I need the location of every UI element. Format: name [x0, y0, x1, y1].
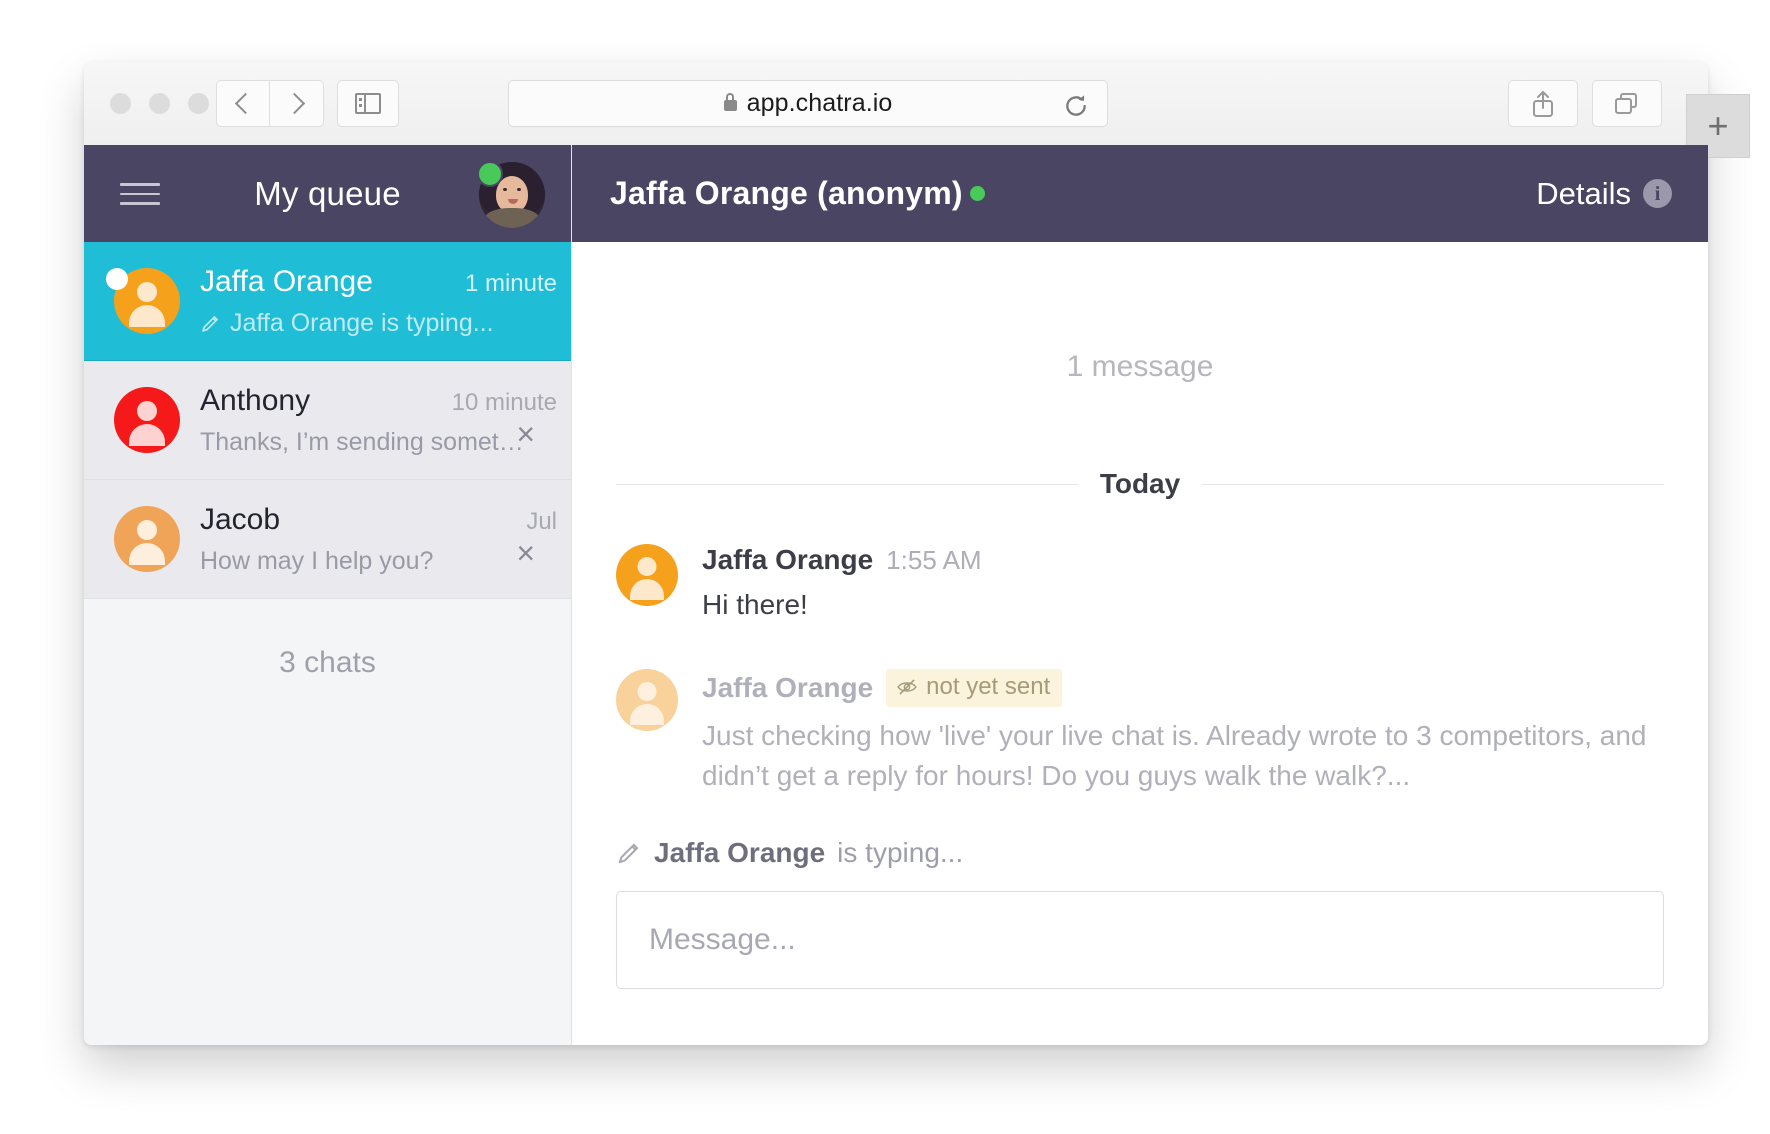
- conversation-header: Jaffa Orange (anonym) Details i: [572, 145, 1708, 242]
- message-composer[interactable]: [616, 891, 1664, 989]
- window-controls: [110, 93, 209, 114]
- address-bar[interactable]: app.chatra.io: [508, 80, 1108, 127]
- typing-suffix: is typing...: [837, 837, 963, 869]
- close-chat-button[interactable]: ×: [516, 537, 535, 569]
- browser-window: app.chatra.io +: [84, 62, 1708, 1045]
- queue-header: My queue: [84, 145, 571, 242]
- chat-list: Jaffa Orange 1 minute Jaffa Orange is ty…: [84, 242, 571, 599]
- chat-item-preview: Thanks, I’m sending somet…: [200, 428, 524, 457]
- chat-list-item-jacob[interactable]: Jacob Jul How may I help you? ×: [84, 480, 571, 599]
- share-button[interactable]: [1508, 80, 1578, 127]
- visitor-online-status-dot: [970, 186, 985, 201]
- sidebar-toggle-icon: [355, 93, 381, 114]
- chat-list-item-anthony[interactable]: Anthony 10 minute Thanks, I’m sending so…: [84, 361, 571, 480]
- message-author: Jaffa Orange: [702, 672, 873, 704]
- chatra-app: My queue: [84, 145, 1708, 1045]
- divider-line-right: [1202, 484, 1664, 485]
- chat-item-preview-row: How may I help you?: [200, 547, 557, 576]
- chat-item-time: Jul: [526, 508, 557, 536]
- avatar: [616, 669, 678, 731]
- message-body: Jaffa Orange 1:55 AM Hi there!: [702, 544, 1664, 625]
- message-header: Jaffa Orange 1:55 AM: [702, 544, 1664, 576]
- details-button[interactable]: Details i: [1536, 176, 1672, 212]
- not-yet-sent-badge: not yet sent: [886, 669, 1062, 707]
- close-window-button[interactable]: [110, 93, 131, 114]
- day-divider: Today: [616, 468, 1664, 500]
- composer-bottom-spacer: [616, 989, 1664, 1045]
- chat-item-time: 10 minute: [452, 389, 557, 417]
- chat-item-name: Anthony: [200, 384, 310, 418]
- queue-sidebar: My queue: [84, 145, 572, 1045]
- address-bar-content: app.chatra.io: [724, 89, 893, 118]
- message-text: Hi there!: [702, 585, 1664, 625]
- message-text: Just checking how 'live' your live chat …: [702, 716, 1664, 796]
- message-header: Jaffa Orange not yet sent: [702, 669, 1664, 707]
- message-author: Jaffa Orange: [702, 544, 873, 576]
- chat-item-text: Jaffa Orange 1 minute Jaffa Orange is ty…: [200, 265, 571, 338]
- chat-item-time: 1 minute: [465, 270, 557, 298]
- chat-item-name: Jacob: [200, 503, 280, 537]
- unread-indicator-dot: [106, 268, 128, 290]
- day-divider-label: Today: [1100, 468, 1180, 500]
- forward-button[interactable]: [270, 80, 324, 127]
- chevron-right-icon: [284, 93, 305, 114]
- back-button[interactable]: [216, 80, 270, 127]
- message-area: 1 message Today Jaffa Orange 1: [572, 242, 1708, 1045]
- message-input[interactable]: [647, 922, 1633, 958]
- reload-icon[interactable]: [1063, 93, 1089, 119]
- chat-item-preview-row: Jaffa Orange is typing...: [200, 309, 557, 338]
- browser-toolbar: app.chatra.io +: [84, 62, 1708, 146]
- agent-avatar[interactable]: [479, 162, 545, 228]
- sidebar-toggle-button[interactable]: [337, 80, 399, 127]
- agent-online-status-dot: [477, 161, 503, 187]
- conversation-panel: Jaffa Orange (anonym) Details i 1 messag…: [572, 145, 1708, 1045]
- chat-item-preview-row: Thanks, I’m sending somet…: [200, 428, 557, 457]
- typing-author: Jaffa Orange: [654, 837, 825, 869]
- divider-line-left: [616, 484, 1078, 485]
- chat-count-label: 3 chats: [84, 599, 571, 1045]
- message-pending: Jaffa Orange not yet sent Just checkin: [616, 669, 1664, 796]
- chevron-left-icon: [234, 93, 255, 114]
- chat-item-preview: How may I help you?: [200, 547, 433, 576]
- chat-item-preview: Jaffa Orange is typing...: [230, 309, 494, 338]
- chat-list-item-jaffa-orange[interactable]: Jaffa Orange 1 minute Jaffa Orange is ty…: [84, 242, 571, 361]
- maximize-window-button[interactable]: [188, 93, 209, 114]
- info-icon: i: [1643, 179, 1672, 208]
- share-icon: [1530, 89, 1556, 119]
- avatar: [114, 387, 180, 453]
- hamburger-menu-icon[interactable]: [120, 183, 160, 205]
- chat-item-name: Jaffa Orange: [200, 265, 373, 299]
- pencil-icon: [616, 840, 642, 866]
- message-time: 1:55 AM: [886, 545, 981, 576]
- show-tabs-icon: [1613, 91, 1641, 117]
- url-text: app.chatra.io: [747, 89, 893, 118]
- message-count-label: 1 message: [616, 350, 1664, 384]
- minimize-window-button[interactable]: [149, 93, 170, 114]
- toolbar-right-buttons: [1508, 80, 1662, 127]
- conversation-title: Jaffa Orange (anonym): [610, 175, 963, 212]
- message-body: Jaffa Orange not yet sent Just checkin: [702, 669, 1664, 796]
- typing-indicator: Jaffa Orange is typing...: [616, 837, 1664, 869]
- details-label: Details: [1536, 176, 1631, 212]
- avatar: [616, 544, 678, 606]
- close-chat-button[interactable]: ×: [516, 418, 535, 450]
- navigation-buttons: [216, 80, 324, 127]
- conversation-title-wrap: Jaffa Orange (anonym): [610, 175, 985, 212]
- show-tabs-button[interactable]: [1592, 80, 1662, 127]
- pencil-icon: [200, 313, 221, 334]
- lock-icon: [724, 100, 737, 111]
- not-yet-sent-label: not yet sent: [926, 673, 1050, 701]
- avatar: [114, 506, 180, 572]
- eye-slash-icon: [896, 679, 918, 695]
- message: Jaffa Orange 1:55 AM Hi there!: [616, 544, 1664, 625]
